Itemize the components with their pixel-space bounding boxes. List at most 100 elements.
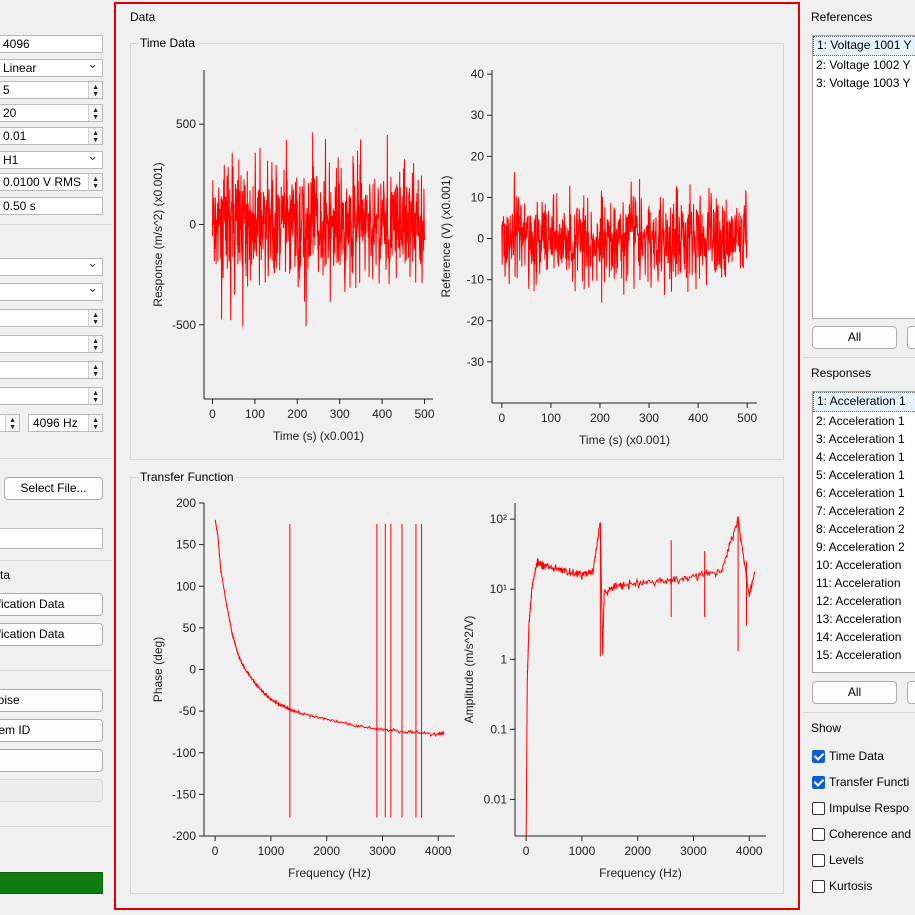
x-axis-label: Time (s) (x0.001) (273, 429, 364, 443)
responses-title: Responses (811, 366, 872, 380)
reference-item-2[interactable]: 2: Voltage 1002 Y (813, 56, 915, 74)
y-axis-label: Response (m/s^2) (x0.001) (151, 162, 165, 306)
response-item[interactable]: 7: Acceleration 2 (813, 502, 915, 520)
reference-item-3[interactable]: 3: Voltage 1003 Y (813, 74, 915, 92)
impulse-response-checkbox[interactable] (812, 802, 825, 815)
references-all-button[interactable]: All (812, 326, 897, 349)
y-tick-label: 20 (471, 149, 485, 163)
x-tick-label: 200 (287, 407, 307, 421)
y-tick-label: 200 (176, 496, 196, 510)
chart-4: 0 1000 2000 3000 4000 10² 10¹ 1 0.1 0.01 Frequency… (462, 503, 766, 880)
chart-3: 0 1000 2000 3000 4000 200 150 100 50 0 -50 -100 -150… (151, 496, 455, 880)
x-axis-label: Time (s) (x0.001) (579, 433, 670, 447)
response-item[interactable]: 13: Acceleration (813, 610, 915, 628)
time-data-checkbox-label: Time Data (829, 749, 884, 763)
response-item[interactable]: 12: Acceleration (813, 592, 915, 610)
coherence-checkbox[interactable] (812, 828, 825, 841)
references-none-button[interactable] (907, 326, 915, 349)
responses-none-button[interactable] (907, 681, 915, 704)
y-tick-label: 150 (176, 538, 196, 552)
responses-all-button[interactable]: All (812, 681, 897, 704)
separator (803, 712, 915, 713)
response-item[interactable]: 4: Acceleration 1 (813, 448, 915, 466)
y-tick-label: 0.1 (490, 722, 507, 736)
plots-canvas: 0 100 200 300 400 5005000-500Time (s) (x0.001… (151, 67, 766, 880)
x-tick-label: 300 (330, 407, 350, 421)
x-tick-label: 4000 (736, 844, 763, 858)
response-item[interactable]: 8: Acceleration 2 (813, 520, 915, 538)
x-tick-label: 2000 (313, 844, 340, 858)
x-axis-label: Frequency (Hz) (599, 866, 682, 880)
x-tick-label: 300 (639, 411, 659, 425)
x-tick-label: 1000 (569, 844, 596, 858)
y-tick-label: 100 (176, 579, 196, 593)
transfer-function-checkbox[interactable] (812, 776, 825, 789)
reference-item-1[interactable]: 1: Voltage 1001 Y (813, 36, 915, 56)
x-tick-label: 500 (415, 407, 435, 421)
x-tick-label: 200 (590, 411, 610, 425)
y-tick-label: -20 (467, 314, 485, 328)
responses-list[interactable]: 1: Acceleration 1 2: Acceleration 1 3: A… (812, 391, 915, 673)
y-tick-label: -50 (179, 704, 197, 718)
x-tick-label: 100 (245, 407, 265, 421)
response-item[interactable]: 6: Acceleration 1 (813, 484, 915, 502)
y-tick-label: 10² (490, 512, 507, 526)
x-tick-label: 2000 (624, 844, 651, 858)
y-tick-label: 1 (500, 652, 507, 666)
y-tick-label: 40 (471, 67, 485, 81)
y-tick-label: 500 (176, 117, 196, 131)
show-title: Show (811, 721, 842, 735)
x-tick-label: 4000 (425, 844, 452, 858)
y-tick-label: 10¹ (490, 582, 507, 596)
series-line (525, 516, 756, 837)
coherence-checkbox-label: Coherence and (829, 827, 912, 841)
y-tick-label: -100 (172, 746, 196, 760)
response-item[interactable]: 3: Acceleration 1 (813, 430, 915, 448)
kurtosis-checkbox[interactable] (812, 880, 825, 893)
response-item[interactable]: 1: Acceleration 1 (813, 392, 915, 412)
y-tick-label: 10 (471, 190, 485, 204)
references-list[interactable]: 1: Voltage 1001 Y 2: Voltage 1002 Y 3: V… (812, 35, 915, 319)
levels-checkbox[interactable] (812, 854, 825, 867)
y-tick-label: 0 (189, 663, 196, 677)
y-axis-label: Phase (deg) (151, 637, 165, 702)
x-tick-label: 1000 (258, 844, 285, 858)
references-title: References (811, 10, 873, 24)
right-panel: References 1: Voltage 1001 Y 2: Voltage … (803, 0, 915, 915)
transfer-function-checkbox-label: Transfer Functi (829, 775, 910, 789)
y-tick-label: -150 (172, 787, 196, 801)
response-item[interactable]: 10: Acceleration (813, 556, 915, 574)
response-item[interactable]: 9: Acceleration 2 (813, 538, 915, 556)
response-item[interactable]: 5: Acceleration 1 (813, 466, 915, 484)
response-item[interactable]: 2: Acceleration 1 (813, 412, 915, 430)
x-tick-label: 3000 (680, 844, 707, 858)
x-axis-label: Frequency (Hz) (288, 866, 371, 880)
x-tick-label: 0 (498, 411, 505, 425)
response-item[interactable]: 11: Acceleration (813, 574, 915, 592)
series-line (214, 519, 445, 738)
x-tick-label: 400 (372, 407, 392, 421)
y-tick-label: 0 (189, 217, 196, 231)
response-item[interactable]: 15: Acceleration (813, 646, 915, 664)
y-tick-label: -10 (467, 273, 485, 287)
y-tick-label: -500 (172, 318, 196, 332)
y-tick-label: 0 (477, 232, 484, 246)
response-item[interactable]: 14: Acceleration (813, 628, 915, 646)
levels-checkbox-label: Levels (829, 853, 864, 867)
x-tick-label: 100 (541, 411, 561, 425)
y-tick-label: 50 (183, 621, 197, 635)
chart-2: 0 100 200 300 400 500403020100-10-20-30Time (… (439, 67, 758, 447)
x-tick-label: 0 (523, 844, 530, 858)
y-tick-label: -30 (467, 355, 485, 369)
x-tick-label: 500 (737, 411, 757, 425)
y-axis-label: Amplitude (m/s^2/V) (462, 616, 476, 724)
impulse-response-checkbox-label: Impulse Respo (829, 801, 910, 815)
y-tick-label: 30 (471, 108, 485, 122)
separator (803, 357, 915, 358)
chart-1: 0 100 200 300 400 500 500 0 -500 Time (s) (x0.001… (151, 70, 435, 443)
x-tick-label: 0 (212, 844, 219, 858)
y-axis-label: Reference (V) (x0.001) (439, 175, 453, 297)
series-line (501, 172, 748, 303)
x-tick-label: 400 (688, 411, 708, 425)
time-data-checkbox[interactable] (812, 750, 825, 763)
